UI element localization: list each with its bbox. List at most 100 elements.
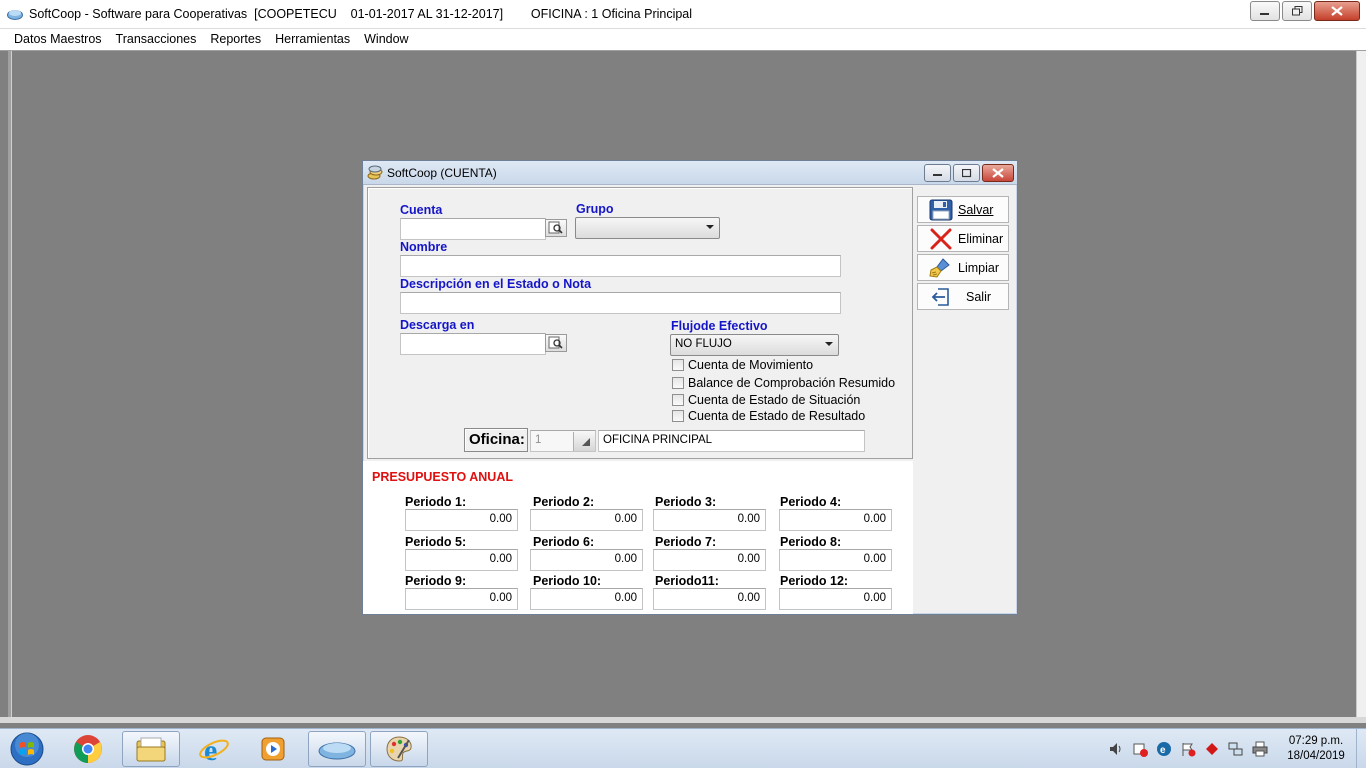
network-icon[interactable] bbox=[1226, 739, 1246, 759]
child-minimize-button[interactable] bbox=[924, 164, 951, 182]
menu-transacciones[interactable]: Transacciones bbox=[109, 29, 204, 51]
softcoop-app-icon bbox=[7, 10, 23, 20]
descarga-label: Descarga en bbox=[400, 318, 475, 332]
checkbox-box[interactable] bbox=[672, 377, 684, 389]
limpiar-button[interactable]: Limpiar bbox=[917, 254, 1009, 281]
red-diamond-icon[interactable] bbox=[1202, 739, 1222, 759]
periodo-5-input[interactable]: 0.00 bbox=[405, 549, 518, 571]
periodo-2-input[interactable]: 0.00 bbox=[530, 509, 643, 531]
checkbox-label: Cuenta de Estado de Situación bbox=[688, 393, 861, 407]
coins-icon bbox=[367, 165, 383, 180]
media-player-icon bbox=[261, 737, 285, 761]
salir-label: Salir bbox=[966, 289, 992, 304]
oficina-dropdown-button[interactable] bbox=[573, 432, 595, 451]
menu-datos-maestros[interactable]: Datos Maestros bbox=[7, 29, 109, 51]
workspace-bottom-edge bbox=[0, 717, 1366, 723]
checkbox-label: Cuenta de Movimiento bbox=[688, 358, 814, 372]
descarga-input[interactable] bbox=[400, 333, 546, 355]
checkbox-cuenta-movimiento[interactable]: Cuenta de Movimiento bbox=[672, 358, 813, 372]
checkbox-box[interactable] bbox=[672, 394, 684, 406]
grupo-label: Grupo bbox=[576, 202, 614, 216]
checkbox-estado-resultado[interactable]: Cuenta de Estado de Resultado bbox=[672, 409, 865, 423]
restore-icon bbox=[1291, 6, 1302, 16]
exit-arrow-icon bbox=[928, 285, 954, 309]
periodo-9-input[interactable]: 0.00 bbox=[405, 588, 518, 610]
close-button[interactable] bbox=[1314, 1, 1360, 21]
start-button[interactable] bbox=[6, 731, 48, 767]
salir-button[interactable]: Salir bbox=[917, 283, 1009, 310]
periodo-4-input[interactable]: 0.00 bbox=[779, 509, 892, 531]
checkbox-balance-comprobacion[interactable]: Balance de Comprobación Resumido bbox=[672, 376, 895, 390]
descripcion-input[interactable] bbox=[400, 292, 841, 314]
oficina-label: Oficina: bbox=[464, 428, 528, 452]
taskbar-chrome[interactable] bbox=[59, 731, 117, 767]
limpiar-label: Limpiar bbox=[958, 260, 999, 275]
checkbox-label: Balance de Comprobación Resumido bbox=[688, 376, 896, 390]
periodo-12-label: Periodo 12: bbox=[780, 574, 849, 588]
checkbox-estado-situacion[interactable]: Cuenta de Estado de Situación bbox=[672, 393, 860, 407]
minimize-button[interactable] bbox=[1250, 1, 1280, 21]
cuenta-input[interactable] bbox=[400, 218, 546, 240]
periodo-12-input[interactable]: 0.00 bbox=[779, 588, 892, 610]
taskbar-internet-explorer[interactable]: e bbox=[185, 731, 243, 767]
periodo-4-label: Periodo 4: bbox=[780, 495, 842, 509]
checkbox-box[interactable] bbox=[672, 410, 684, 422]
periodo-1-input[interactable]: 0.00 bbox=[405, 509, 518, 531]
taskbar: e e 07:29 p.m. 18/04/2019 bbox=[0, 728, 1366, 768]
app-titlebar: SoftCoop - Software para Cooperativas [C… bbox=[0, 0, 1366, 29]
cuenta-label: Cuenta bbox=[400, 203, 443, 217]
eliminar-button[interactable]: Eliminar bbox=[917, 225, 1009, 252]
descarga-lookup-button[interactable] bbox=[545, 334, 567, 352]
svg-text:e: e bbox=[204, 734, 217, 765]
maximize-button[interactable] bbox=[1282, 1, 1312, 21]
periodo-9-label: Periodo 9: bbox=[405, 574, 467, 588]
softcoop-icon bbox=[318, 742, 356, 760]
chrome-icon bbox=[74, 735, 102, 763]
action-center-flag-icon[interactable] bbox=[1178, 739, 1198, 759]
cuenta-lookup-button[interactable] bbox=[545, 219, 567, 237]
periodo-1-label: Periodo 1: bbox=[405, 495, 467, 509]
maximize-icon bbox=[961, 168, 971, 177]
action-buttons-panel: Salvar Eliminar Limpiar Salir bbox=[913, 187, 1016, 612]
app-title: SoftCoop - Software para Cooperativas [C… bbox=[29, 7, 693, 21]
speaker-icon[interactable] bbox=[1106, 739, 1126, 759]
show-desktop-button[interactable] bbox=[1356, 729, 1366, 768]
periodo-6-input[interactable]: 0.00 bbox=[530, 549, 643, 571]
eliminar-label: Eliminar bbox=[958, 231, 1004, 246]
cuenta-window-titlebar[interactable]: SoftCoop (CUENTA) bbox=[363, 161, 1017, 185]
periodo-8-input[interactable]: 0.00 bbox=[779, 549, 892, 571]
broom-icon bbox=[928, 256, 954, 280]
vertical-scrollbar[interactable] bbox=[1356, 51, 1366, 723]
taskbar-windows-explorer[interactable] bbox=[122, 731, 180, 767]
windows-start-icon bbox=[10, 732, 44, 766]
cuenta-form-panel: Cuenta Grupo Nombre Descripción en el Es… bbox=[367, 187, 913, 459]
workspace-left-edge bbox=[8, 51, 12, 717]
nombre-label: Nombre bbox=[400, 240, 448, 254]
taskbar-clock[interactable]: 07:29 p.m. 18/04/2019 bbox=[1278, 734, 1354, 764]
periodo-11-input[interactable]: 0.00 bbox=[653, 588, 766, 610]
grupo-dropdown[interactable] bbox=[575, 217, 720, 239]
taskbar-softcoop[interactable] bbox=[308, 731, 366, 767]
menu-window[interactable]: Window bbox=[357, 29, 415, 51]
taskbar-paint[interactable] bbox=[370, 731, 428, 767]
periodo-10-input[interactable]: 0.00 bbox=[530, 588, 643, 610]
salvar-label: Salvar bbox=[958, 202, 994, 217]
cuenta-window-controls bbox=[922, 164, 1014, 182]
periodo-11-label: Periodo11: bbox=[655, 574, 719, 588]
security-alert-icon[interactable] bbox=[1130, 739, 1150, 759]
antivirus-icon[interactable]: e bbox=[1154, 739, 1174, 759]
child-maximize-button[interactable] bbox=[953, 164, 980, 182]
minimize-icon bbox=[1260, 13, 1269, 15]
checkbox-box[interactable] bbox=[672, 359, 684, 371]
menu-herramientas[interactable]: Herramientas bbox=[268, 29, 357, 51]
system-tray: e 07:29 p.m. 18/04/2019 bbox=[1104, 729, 1366, 768]
periodo-3-input[interactable]: 0.00 bbox=[653, 509, 766, 531]
taskbar-media-player[interactable] bbox=[245, 731, 303, 767]
periodo-7-input[interactable]: 0.00 bbox=[653, 549, 766, 571]
child-close-button[interactable] bbox=[982, 164, 1014, 182]
salvar-button[interactable]: Salvar bbox=[917, 196, 1009, 223]
printer-icon[interactable] bbox=[1250, 739, 1270, 759]
menu-reportes[interactable]: Reportes bbox=[203, 29, 268, 51]
nombre-input[interactable] bbox=[400, 255, 841, 277]
flujo-dropdown[interactable]: NO FLUJO bbox=[670, 334, 839, 356]
